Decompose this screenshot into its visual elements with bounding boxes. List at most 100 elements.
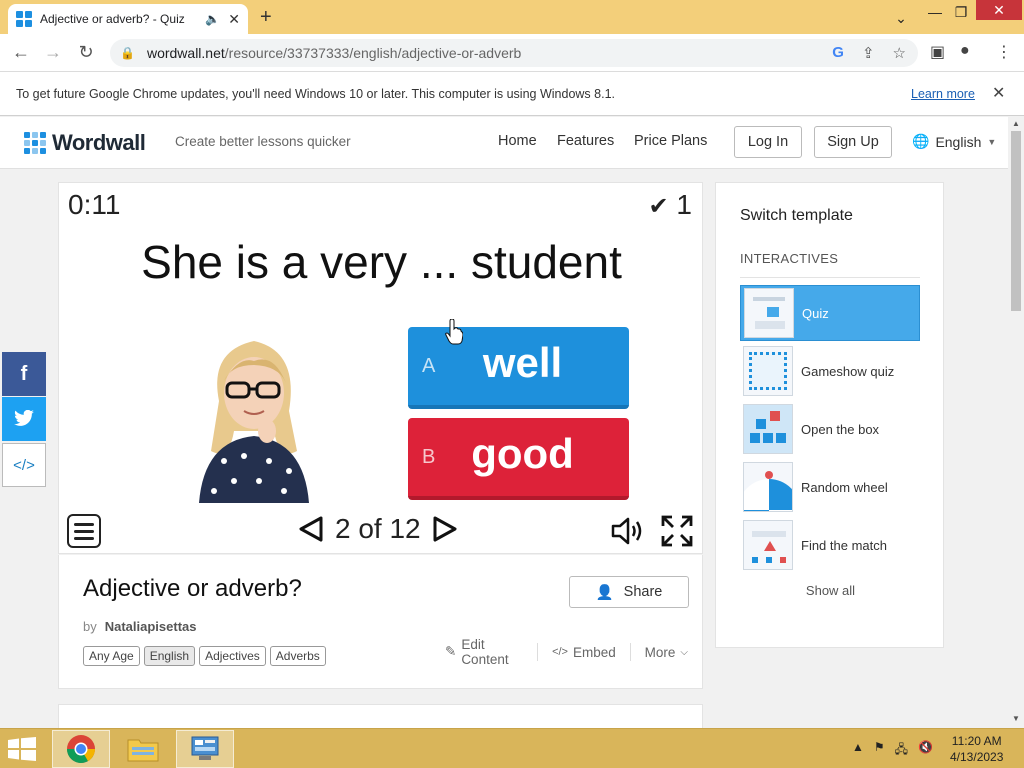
infobar-close-icon[interactable]: ✕ bbox=[992, 83, 1005, 103]
hand-pointer-icon bbox=[445, 319, 463, 345]
url-host: wordwall.net bbox=[146, 45, 225, 61]
tag-any-age[interactable]: Any Age bbox=[83, 646, 140, 666]
action-center-flag-icon[interactable]: ⚑ bbox=[874, 740, 885, 761]
tab-strip: Adjective or adverb? - Quiz 🔈 ✕ + ⌄ — ❐ … bbox=[0, 0, 1024, 34]
back-arrow-icon[interactable]: ← bbox=[10, 42, 32, 63]
template-open-the-box[interactable]: Open the box bbox=[740, 401, 920, 457]
wordwall-logo[interactable]: Wordwall bbox=[24, 130, 146, 156]
game-menu-button[interactable] bbox=[67, 514, 101, 548]
more-label: More bbox=[644, 644, 676, 660]
tagline: Create better lessons quicker bbox=[175, 134, 351, 149]
tab-title: Adjective or adverb? - Quiz bbox=[40, 12, 185, 26]
twitter-share-button[interactable] bbox=[2, 397, 46, 441]
close-window-button[interactable]: ✕ bbox=[976, 0, 1022, 20]
embed-code-button[interactable]: </> bbox=[2, 443, 46, 487]
signup-button[interactable]: Sign Up bbox=[814, 126, 892, 158]
template-label: Gameshow quiz bbox=[801, 363, 895, 379]
by-label: by bbox=[83, 619, 97, 634]
activity-actions: ✎ Edit Content </> Embed More ⌵ bbox=[431, 637, 702, 667]
browser-tab[interactable]: Adjective or adverb? - Quiz 🔈 ✕ bbox=[8, 4, 248, 34]
scrollbar-thumb[interactable] bbox=[1011, 131, 1021, 311]
share-page-icon[interactable]: ⇪ bbox=[862, 44, 875, 62]
code-icon: </> bbox=[552, 646, 568, 658]
tag-adjectives[interactable]: Adjectives bbox=[199, 646, 266, 666]
chrome-icon bbox=[67, 735, 95, 763]
sound-icon[interactable] bbox=[611, 516, 645, 546]
taskbar-control-panel[interactable] bbox=[176, 730, 234, 768]
checkmark-icon: ✔ bbox=[648, 193, 669, 220]
reload-icon[interactable]: ↻ bbox=[75, 42, 97, 63]
switch-template-panel: Switch template INTERACTIVES Quiz Gamesh… bbox=[715, 182, 944, 648]
tab-close-icon[interactable]: ✕ bbox=[228, 11, 240, 28]
author-link[interactable]: Nataliapisettas bbox=[105, 619, 197, 634]
side-panel-icon[interactable]: ▣ bbox=[930, 42, 945, 62]
show-all-link[interactable]: Show all bbox=[716, 583, 945, 598]
pencil-icon: ✎ bbox=[445, 644, 457, 659]
page-scrollbar[interactable]: ▲ ▼ bbox=[1008, 117, 1024, 728]
match-icon bbox=[743, 520, 793, 570]
question-text: She is a very ... student bbox=[141, 236, 622, 288]
chrome-update-infobar: To get future Google Chrome updates, you… bbox=[0, 72, 1024, 116]
nav-home[interactable]: Home bbox=[498, 133, 537, 149]
address-bar[interactable]: 🔒 wordwall.net/resource/33737333/english… bbox=[110, 39, 918, 67]
template-random-wheel[interactable]: Random wheel bbox=[740, 459, 920, 515]
template-find-the-match[interactable]: Find the match bbox=[740, 517, 920, 573]
forward-arrow-icon[interactable]: → bbox=[42, 42, 64, 63]
fullscreen-icon[interactable] bbox=[661, 515, 693, 547]
system-clock[interactable]: 11:20 AM 4/13/2023 bbox=[950, 733, 1003, 765]
url-path: /resource/33737333/english/adjective-or-… bbox=[224, 45, 522, 61]
embed-button[interactable]: </> Embed bbox=[538, 645, 630, 660]
next-triangle-icon[interactable] bbox=[431, 515, 459, 543]
question-pager: 2 of 12 bbox=[297, 513, 459, 545]
language-selector[interactable]: 🌐 English ▼ bbox=[912, 133, 996, 150]
open-box-icon bbox=[743, 404, 793, 454]
profile-avatar-icon[interactable]: ● bbox=[960, 42, 970, 60]
language-label: English bbox=[935, 133, 982, 150]
edit-content-button[interactable]: ✎ Edit Content bbox=[431, 637, 537, 667]
google-lens-icon[interactable]: G bbox=[832, 44, 844, 62]
tag-english[interactable]: English bbox=[143, 646, 196, 666]
network-icon[interactable]: 🖧 bbox=[895, 740, 908, 761]
show-hidden-icons-icon[interactable]: ▲ bbox=[852, 740, 864, 761]
windows-start-icon[interactable] bbox=[8, 737, 36, 761]
nav-features[interactable]: Features bbox=[557, 133, 614, 149]
answer-a-text: well bbox=[482, 339, 563, 386]
lock-icon[interactable]: 🔒 bbox=[120, 46, 135, 60]
chrome-menu-icon[interactable]: ⋮ bbox=[996, 42, 1012, 62]
control-panel-icon bbox=[191, 736, 219, 760]
more-dropdown[interactable]: More ⌵ bbox=[631, 645, 702, 660]
restore-button[interactable]: ❐ bbox=[944, 0, 978, 24]
progress-label: 2 of 12 bbox=[335, 513, 421, 544]
score-value: 1 bbox=[676, 189, 692, 220]
answer-option-b[interactable]: B good bbox=[408, 418, 629, 500]
chevron-down-icon: ⌵ bbox=[680, 646, 688, 658]
template-gameshow-quiz[interactable]: Gameshow quiz bbox=[740, 343, 920, 399]
tab-search-chevron-icon[interactable]: ⌄ bbox=[884, 6, 918, 30]
quiz-icon bbox=[744, 288, 794, 338]
share-label: Share bbox=[623, 584, 663, 600]
divider bbox=[740, 277, 920, 278]
scroll-down-icon[interactable]: ▼ bbox=[1012, 714, 1020, 723]
login-button[interactable]: Log In bbox=[734, 126, 802, 158]
browser-toolbar: ← → ↻ 🔒 wordwall.net/resource/33737333/e… bbox=[0, 34, 1024, 72]
answer-option-a[interactable]: A well bbox=[408, 327, 629, 409]
template-quiz[interactable]: Quiz bbox=[740, 285, 920, 341]
infobar-message: To get future Google Chrome updates, you… bbox=[16, 87, 615, 101]
facebook-share-button[interactable]: f bbox=[2, 352, 46, 396]
taskbar-file-explorer[interactable] bbox=[114, 730, 172, 768]
volume-muted-icon[interactable]: 🔇 bbox=[918, 740, 933, 761]
scroll-up-icon[interactable]: ▲ bbox=[1012, 119, 1020, 128]
embed-label: Embed bbox=[572, 644, 616, 660]
learn-more-link[interactable]: Learn more bbox=[911, 87, 975, 101]
audio-playing-icon[interactable]: 🔈 bbox=[205, 12, 220, 26]
twitter-icon bbox=[14, 410, 34, 426]
share-button[interactable]: 👤 Share bbox=[569, 576, 689, 608]
clock-date: 4/13/2023 bbox=[950, 750, 1004, 764]
previous-triangle-icon[interactable] bbox=[297, 515, 325, 543]
taskbar-chrome[interactable] bbox=[52, 730, 110, 768]
tag-adverbs[interactable]: Adverbs bbox=[269, 646, 326, 666]
bookmark-star-icon[interactable]: ☆ bbox=[893, 44, 906, 62]
nav-price-plans[interactable]: Price Plans bbox=[634, 133, 707, 149]
wheel-icon bbox=[743, 462, 793, 512]
new-tab-button[interactable]: + bbox=[260, 6, 272, 29]
